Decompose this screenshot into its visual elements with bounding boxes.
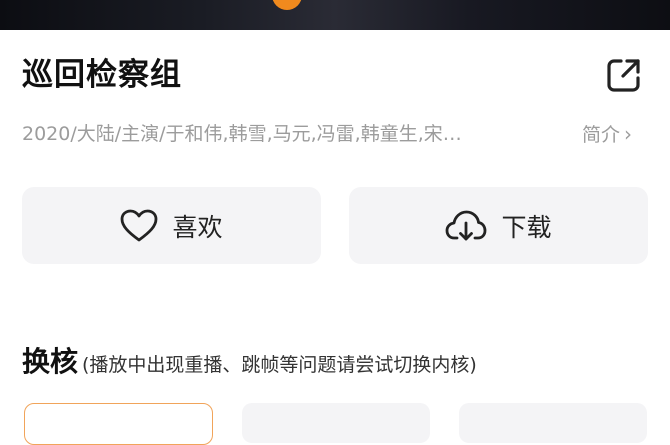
core-option-3[interactable] [459, 403, 647, 443]
play-indicator [272, 0, 302, 10]
core-section-title: 换核 [22, 345, 79, 378]
like-label: 喜欢 [172, 212, 223, 242]
video-meta-info: 2020/大陆/主演/于和伟,韩雪,马元,冯雷,韩童生,宋… [22, 123, 462, 145]
core-option-2[interactable] [242, 403, 430, 443]
intro-label: 简介 [582, 124, 621, 146]
page-title: 巡回检察组 [22, 57, 182, 93]
intro-link[interactable]: 简介 › [582, 119, 632, 150]
share-button[interactable] [602, 53, 646, 97]
chevron-right-icon: › [624, 122, 633, 146]
like-button[interactable]: 喜欢 [22, 187, 321, 264]
core-option-1[interactable] [24, 403, 213, 445]
core-section-hint: (播放中出现重播、跳帧等问题请尝试切换内核) [82, 354, 477, 376]
heart-icon [121, 209, 158, 241]
core-section-header: 换核 (播放中出现重播、跳帧等问题请尝试切换内核) [22, 344, 477, 384]
download-icon [446, 210, 487, 240]
video-player-strip[interactable] [0, 0, 670, 30]
share-icon [607, 59, 640, 92]
download-button[interactable]: 下载 [349, 187, 648, 264]
download-label: 下载 [501, 212, 552, 242]
